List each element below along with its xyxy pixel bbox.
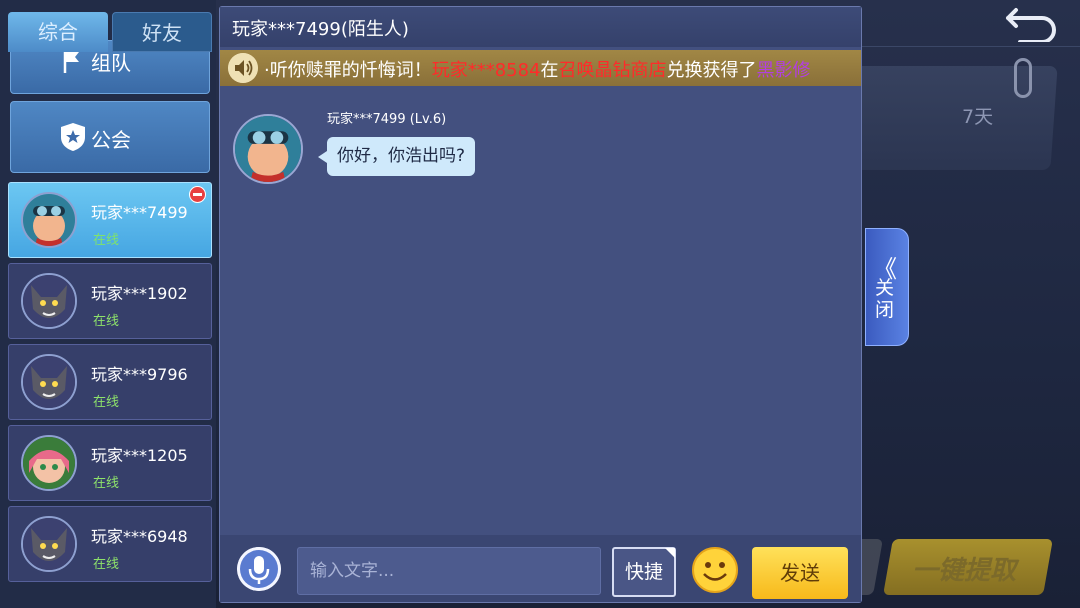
message-bubble: 你好，你浩出吗? — [317, 137, 476, 176]
chat-panel: 玩家***7499(陌生人) ·听你赎罪的忏悔词！玩家***8584在召唤晶钻商… — [219, 6, 862, 603]
speaker-icon — [228, 53, 258, 83]
claim-all-label: 一键提取 — [912, 556, 1017, 586]
announcement-mid2: 兑换获得了 — [666, 60, 757, 81]
friend-item[interactable]: 玩家***9796 在线 — [8, 344, 212, 420]
mail-days: 7天 — [962, 106, 994, 128]
remove-icon[interactable] — [189, 186, 206, 203]
friend-status: 在线 — [93, 314, 120, 329]
friend-name: 玩家***1205 — [91, 446, 188, 465]
message-sender: 玩家***7499 — [327, 112, 406, 127]
announcement-bar: ·听你赎罪的忏悔词！玩家***8584在召唤晶钻商店兑换获得了黑影修 — [220, 50, 861, 86]
input-bar: 输入文字... 快捷 发送 — [220, 535, 861, 602]
friend-status: 在线 — [93, 395, 120, 410]
avatar — [21, 192, 77, 248]
avatar — [21, 435, 77, 491]
message-level: (Lv.6) — [409, 112, 447, 127]
friend-name: 玩家***1902 — [91, 284, 188, 303]
announcement-shop: 召唤晶钻商店 — [558, 60, 667, 81]
chat-title-suffix: (陌生人) — [340, 19, 409, 40]
friend-name: 玩家***6948 — [91, 527, 188, 546]
message-input[interactable]: 输入文字... — [297, 547, 601, 595]
friend-item[interactable]: 玩家***6948 在线 — [8, 506, 212, 582]
category-guild[interactable]: 公会 — [10, 101, 210, 173]
announcement-item: 黑影修 — [756, 60, 811, 81]
tab-friends[interactable]: 好友 — [112, 12, 212, 52]
tab-general[interactable]: 综合 — [8, 12, 108, 52]
avatar — [21, 273, 77, 329]
sender-avatar[interactable] — [233, 114, 303, 184]
divider — [846, 46, 1080, 47]
announcement-prefix: ·听你赎罪的忏悔词！ — [264, 60, 432, 81]
friend-item[interactable]: 玩家***7499 在线 — [8, 182, 212, 258]
chat-title-name: 玩家***7499 — [232, 19, 341, 40]
friend-name: 玩家***9796 — [91, 365, 188, 384]
announcement-mid: 在 — [540, 60, 559, 81]
flag-icon — [63, 51, 79, 73]
friend-status: 在线 — [93, 557, 120, 572]
friend-item[interactable]: 玩家***1902 在线 — [8, 263, 212, 339]
friend-panel: 组队 公会 综合 好友 玩家***7499 在线 玩家***1902 在线 玩家… — [0, 0, 216, 608]
smiley-icon[interactable] — [692, 547, 738, 593]
category-guild-label: 公会 — [91, 128, 131, 152]
quick-phrase-button[interactable]: 快捷 — [612, 547, 676, 597]
chat-title: 玩家***7499(陌生人) — [232, 15, 409, 41]
close-label: 关闭 — [875, 277, 895, 321]
paperclip-icon — [1014, 58, 1032, 98]
microphone-icon[interactable] — [237, 547, 281, 591]
friend-name: 玩家***7499 — [91, 203, 188, 222]
message-meta: 玩家***7499 (Lv.6) — [327, 108, 446, 127]
send-button[interactable]: 发送 — [752, 547, 848, 599]
close-tab[interactable]: 《 关闭 — [865, 228, 909, 346]
announcement-text: ·听你赎罪的忏悔词！玩家***8584在召唤晶钻商店兑换获得了黑影修 — [264, 56, 811, 82]
announcement-player: 玩家***8584 — [431, 60, 541, 81]
friend-status: 在线 — [93, 476, 120, 491]
friend-status: 在线 — [93, 233, 120, 248]
back-arrow-icon[interactable] — [1002, 2, 1062, 42]
shield-icon — [61, 123, 85, 151]
friend-item[interactable]: 玩家***1205 在线 — [8, 425, 212, 501]
avatar — [21, 516, 77, 572]
chat-header: 玩家***7499(陌生人) — [220, 7, 861, 47]
avatar — [21, 354, 77, 410]
